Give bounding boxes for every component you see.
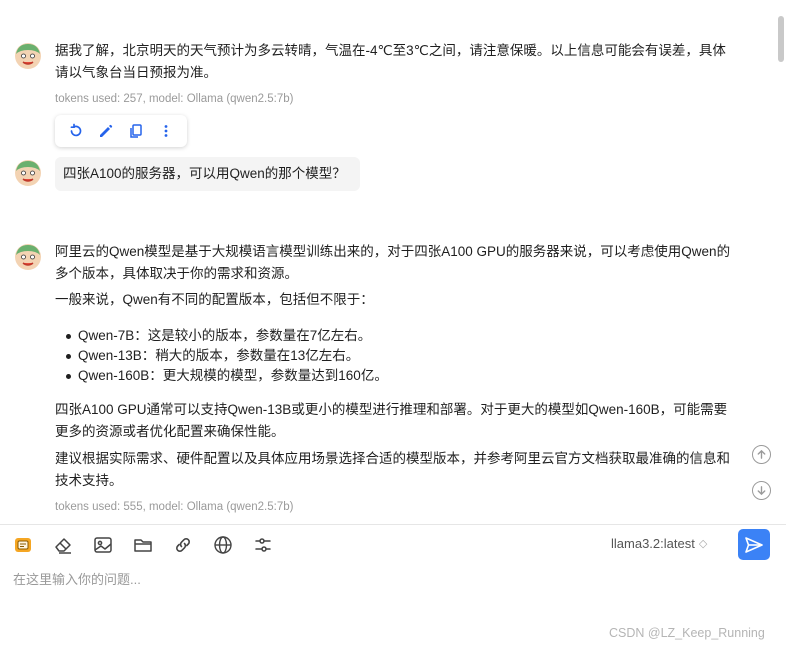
eraser-icon[interactable] xyxy=(52,534,74,556)
user-message: 四张A100的服务器，可以用Qwen的那个模型？ xyxy=(55,157,360,191)
model-selector[interactable]: llama3.2:latest ◇ xyxy=(611,536,707,551)
assistant-message-2-paragraph-3: 四张A100 GPU通常可以支持Qwen-13B或更小的模型进行推理和部署。对于… xyxy=(55,399,727,443)
edit-icon[interactable] xyxy=(95,120,117,142)
prompt-icon[interactable] xyxy=(12,534,34,556)
assistant-message-1: 据我了解，北京明天的天气预计为多云转晴，气温在-4℃至3℃之间，请注意保暖。以上… xyxy=(55,40,726,84)
message-line: 建议根据实际需求、硬件配置以及具体应用场景选择合适的模型版本，并参考阿里云官方文… xyxy=(55,451,730,466)
scroll-up-button[interactable] xyxy=(752,445,771,464)
scroll-down-button[interactable] xyxy=(752,481,771,500)
folder-icon[interactable] xyxy=(132,534,154,556)
copy-icon[interactable] xyxy=(125,120,147,142)
model-selector-value: llama3.2:latest xyxy=(611,536,695,551)
assistant-avatar xyxy=(14,42,42,70)
chevron-updown-icon: ◇ xyxy=(698,538,708,550)
regenerate-icon[interactable] xyxy=(65,120,87,142)
token-usage-meta: tokens used: 257, model: Ollama (qwen2.5… xyxy=(55,93,294,105)
assistant-message-2-paragraph-4: 建议根据实际需求、硬件配置以及具体应用场景选择合适的模型版本，并参考阿里云官方文… xyxy=(55,448,730,492)
question-input[interactable] xyxy=(13,569,773,629)
list-item: Qwen-7B：这是较小的版本，参数量在7亿左右。 xyxy=(62,326,388,346)
list-item: Qwen-160B：更大规模的模型，参数量达到160亿。 xyxy=(62,366,388,386)
message-line: 多个版本，具体取决于你的需求和资源。 xyxy=(55,266,298,281)
arrow-down-icon xyxy=(757,486,766,496)
input-divider xyxy=(0,524,786,525)
scrollbar-thumb[interactable] xyxy=(778,16,784,62)
assistant-message-2-paragraph-1: 阿里云的Qwen模型是基于大规模语言模型训练出来的，对于四张A100 GPU的服… xyxy=(55,241,730,285)
assistant-avatar xyxy=(14,243,42,271)
assistant-message-2-paragraph-2: 一般来说，Qwen有不同的配置版本，包括但不限于： xyxy=(55,292,374,307)
image-icon[interactable] xyxy=(92,534,114,556)
user-avatar xyxy=(14,159,42,187)
message-line: 四张A100 GPU通常可以支持Qwen-13B或更小的模型进行推理和部署。对于… xyxy=(55,402,728,417)
chat-history: 据我了解，北京明天的天气预计为多云转晴，气温在-4℃至3℃之间，请注意保暖。以上… xyxy=(0,0,786,524)
watermark: CSDN @LZ_Keep_Running xyxy=(609,626,765,640)
settings-sliders-icon[interactable] xyxy=(252,534,274,556)
message-action-bar xyxy=(55,115,187,147)
model-version-list: Qwen-7B：这是较小的版本，参数量在7亿左右。 Qwen-13B：稍大的版本… xyxy=(62,326,388,386)
list-item: Qwen-13B：稍大的版本，参数量在13亿左右。 xyxy=(62,346,388,366)
token-usage-meta: tokens used: 555, model: Ollama (qwen2.5… xyxy=(55,501,294,513)
arrow-up-icon xyxy=(757,449,766,459)
message-line: 更多的资源或者优化配置来确保性能。 xyxy=(55,424,285,439)
globe-icon[interactable] xyxy=(212,534,234,556)
send-icon xyxy=(745,536,763,553)
more-icon[interactable] xyxy=(155,120,177,142)
link-icon[interactable] xyxy=(172,534,194,556)
send-button[interactable] xyxy=(738,529,770,560)
message-line: 请以气象台当日预报为准。 xyxy=(55,65,217,80)
input-toolbar xyxy=(12,532,292,558)
message-line: 据我了解，北京明天的天气预计为多云转晴，气温在-4℃至3℃之间，请注意保暖。以上… xyxy=(55,43,726,58)
message-line: 阿里云的Qwen模型是基于大规模语言模型训练出来的，对于四张A100 GPU的服… xyxy=(55,244,731,259)
message-line: 技术支持。 xyxy=(55,473,123,488)
